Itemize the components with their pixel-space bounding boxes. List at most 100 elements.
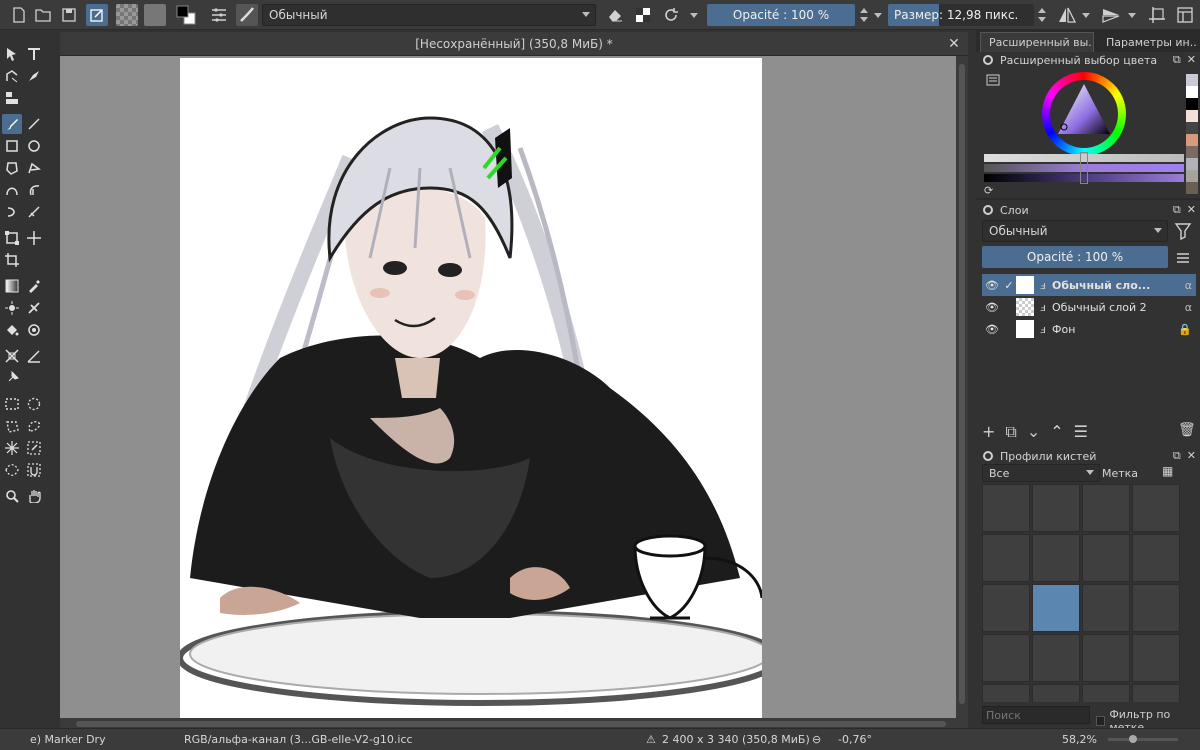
brush-preset[interactable] (1082, 684, 1130, 702)
color-triangle[interactable] (1042, 72, 1126, 156)
gear-icon[interactable] (982, 204, 994, 216)
swatch[interactable] (1186, 86, 1198, 98)
close-document-icon[interactable]: ✕ (946, 36, 962, 52)
layer-check-icon[interactable]: ✓ (1002, 279, 1016, 292)
brush-view-icon[interactable]: ▦ (1162, 464, 1173, 478)
brush-preset[interactable] (1032, 684, 1080, 702)
crop-tool-icon[interactable] (2, 250, 22, 270)
pattern-icon[interactable] (116, 4, 138, 26)
brush-preset[interactable] (982, 634, 1030, 682)
brush-preset[interactable] (1132, 584, 1180, 632)
float-icon[interactable]: ⧉ (1173, 203, 1181, 217)
layer-menu-icon[interactable] (1176, 252, 1190, 267)
zoom-slider[interactable] (1108, 738, 1178, 741)
add-layer-icon[interactable]: + (982, 422, 995, 442)
swatch[interactable] (1186, 110, 1198, 122)
swatch[interactable] (1186, 158, 1198, 170)
bezier-select-icon[interactable] (2, 460, 22, 480)
brush-preset[interactable] (1082, 484, 1130, 532)
mirror-v-dropdown-icon[interactable] (1128, 13, 1136, 18)
layer-row[interactable]: 👁 ⅎ Фон 🔒 (982, 318, 1196, 340)
move-down-icon[interactable]: ⌄ (1027, 422, 1040, 442)
layer-properties-icon[interactable]: ☰ (1074, 422, 1088, 442)
brush-preset[interactable] (982, 534, 1030, 582)
swatch[interactable] (1186, 74, 1198, 86)
brush-preset[interactable] (1032, 534, 1080, 582)
fill-tool-icon[interactable] (2, 320, 22, 340)
open-document-icon[interactable] (32, 4, 54, 26)
tab-tool-options[interactable]: Параметры ин... (1098, 32, 1198, 52)
polygon-tool-icon[interactable] (2, 158, 22, 178)
bezier-tool-icon[interactable] (2, 180, 22, 200)
reset-color-icon[interactable]: ⟳ (984, 184, 993, 197)
new-document-icon[interactable] (8, 4, 30, 26)
visibility-icon[interactable]: 👁 (982, 301, 1002, 314)
brush-preset[interactable] (982, 584, 1030, 632)
layer-blend-select[interactable]: Обычный (982, 220, 1168, 242)
zoom-tool-icon[interactable] (2, 486, 22, 506)
reload-preset-icon[interactable] (660, 4, 682, 26)
smart-patch-icon[interactable] (2, 298, 22, 318)
layer-row[interactable]: 👁 ✓ ⅎ Обычный сло... α (982, 274, 1196, 296)
mirror-vertical-icon[interactable] (1100, 4, 1122, 26)
swatch[interactable] (1186, 122, 1198, 134)
brush-settings-icon[interactable] (208, 4, 230, 26)
eraser-icon[interactable] (604, 4, 626, 26)
opacity-dropdown-icon[interactable] (874, 13, 882, 18)
move-tool-icon[interactable] (24, 228, 44, 248)
measure-tool-icon[interactable] (24, 346, 44, 366)
gradient-icon[interactable] (144, 4, 166, 26)
ellipse-tool-icon[interactable] (24, 136, 44, 156)
brush-filter-select[interactable]: Все (982, 464, 1100, 482)
rectangle-tool-icon[interactable] (2, 136, 22, 156)
brush-preset-selected[interactable] (1032, 584, 1080, 632)
fill-closed-icon[interactable] (24, 320, 44, 340)
zoom-slider-handle[interactable] (1129, 735, 1137, 743)
lock-icon[interactable]: 🔒 (1178, 323, 1192, 336)
brush-preset[interactable] (1132, 684, 1180, 702)
filter-checkbox[interactable] (1096, 716, 1106, 726)
close-icon[interactable]: ✕ (1187, 449, 1196, 463)
brush-preset[interactable] (1032, 484, 1080, 532)
select-shapes-icon[interactable] (2, 44, 22, 64)
hue-ring[interactable] (1042, 72, 1126, 156)
swatch[interactable] (1186, 170, 1198, 182)
size-slider[interactable]: Размер: 12,98 пикс. (888, 4, 1034, 26)
mirror-h-dropdown-icon[interactable] (1082, 13, 1090, 18)
brush-preset[interactable] (1132, 534, 1180, 582)
alpha-lock-icon[interactable]: α (1185, 301, 1192, 314)
size-spinner[interactable] (1036, 4, 1048, 26)
edit-mode-icon[interactable] (86, 4, 108, 26)
brush-search-input[interactable] (982, 706, 1090, 724)
wrap-around-icon[interactable] (1146, 4, 1168, 26)
swatch[interactable] (1186, 182, 1198, 194)
freehand-select-icon[interactable] (24, 416, 44, 436)
pan-tool-icon[interactable] (24, 486, 44, 506)
workspace-icon[interactable] (1174, 4, 1196, 26)
blend-mode-select[interactable]: Обычный (262, 4, 596, 26)
multibrush-icon[interactable] (24, 202, 44, 222)
color-settings-icon[interactable] (986, 74, 1000, 89)
duplicate-layer-icon[interactable]: ⧉ (1005, 422, 1016, 442)
mirror-horizontal-icon[interactable] (1056, 4, 1078, 26)
close-icon[interactable]: ✕ (1187, 203, 1196, 217)
vertical-scrollbar[interactable] (956, 56, 968, 718)
magnetic-select-icon[interactable] (24, 460, 44, 480)
filter-icon[interactable] (1174, 222, 1192, 243)
swatch[interactable] (1186, 98, 1198, 110)
move-up-icon[interactable]: ⌃ (1050, 422, 1063, 442)
brush-preset[interactable] (982, 484, 1030, 532)
layer-row[interactable]: 👁 ⅎ Обычный слой 2 α (982, 296, 1196, 318)
slider-handle[interactable] (1080, 152, 1088, 184)
polygon-select-icon[interactable] (2, 416, 22, 436)
close-icon[interactable]: ✕ (1187, 53, 1196, 67)
line-tool-icon[interactable] (24, 114, 44, 134)
brush-preset-icon[interactable] (236, 4, 258, 26)
reload-dropdown-icon[interactable] (690, 13, 698, 18)
visibility-icon[interactable]: 👁 (982, 279, 1002, 292)
delete-layer-icon[interactable]: 🗑 (1178, 422, 1196, 438)
gradient-tool-icon[interactable] (2, 276, 22, 296)
fg-bg-color-icon[interactable] (174, 4, 198, 26)
freehand-path-icon[interactable] (24, 180, 44, 200)
brush-preset[interactable] (982, 684, 1030, 702)
